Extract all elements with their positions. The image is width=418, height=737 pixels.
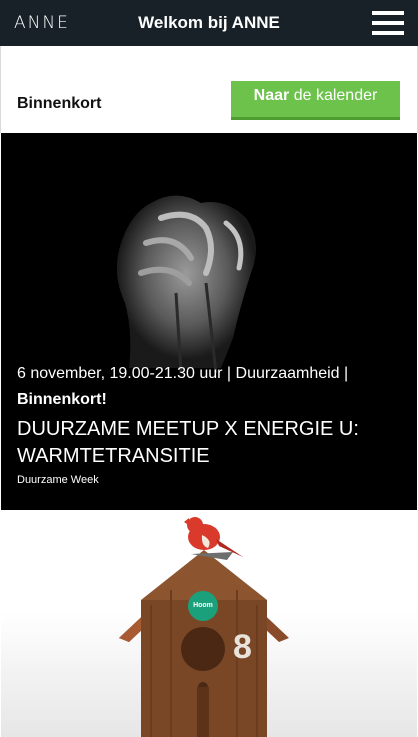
hoom-badge: Hoom [188, 591, 218, 621]
top-navigation-bar: ANNE Welkom bij ANNE [0, 0, 418, 46]
event-card[interactable]: 6 november, 19.00-21.30 uur | Duurzaamhe… [1, 133, 417, 510]
calendar-button[interactable]: Naar de kalender [231, 81, 400, 117]
calendar-button-bold: Naar [253, 87, 290, 104]
event-category: Duurzame Week [17, 474, 99, 486]
event-badge: Binnenkort! [17, 391, 107, 408]
birdhouse-illustration [119, 517, 289, 737]
upcoming-section-header: Binnenkort Naar de kalender [0, 46, 418, 133]
event-card[interactable]: Hoom 8 [1, 510, 417, 737]
hamburger-menu-icon[interactable] [372, 11, 404, 35]
section-label: Binnenkort [17, 95, 102, 112]
page-title: Welkom bij ANNE [138, 13, 280, 32]
calendar-button-rest: de kalender [289, 87, 378, 104]
event-title[interactable]: DUURZAME MEETUP X ENERGIE U: WARMTETRANS… [17, 416, 397, 470]
event-meta: 6 november, 19.00-21.30 uur | Duurzaamhe… [17, 365, 349, 382]
house-number: 8 [233, 628, 252, 666]
